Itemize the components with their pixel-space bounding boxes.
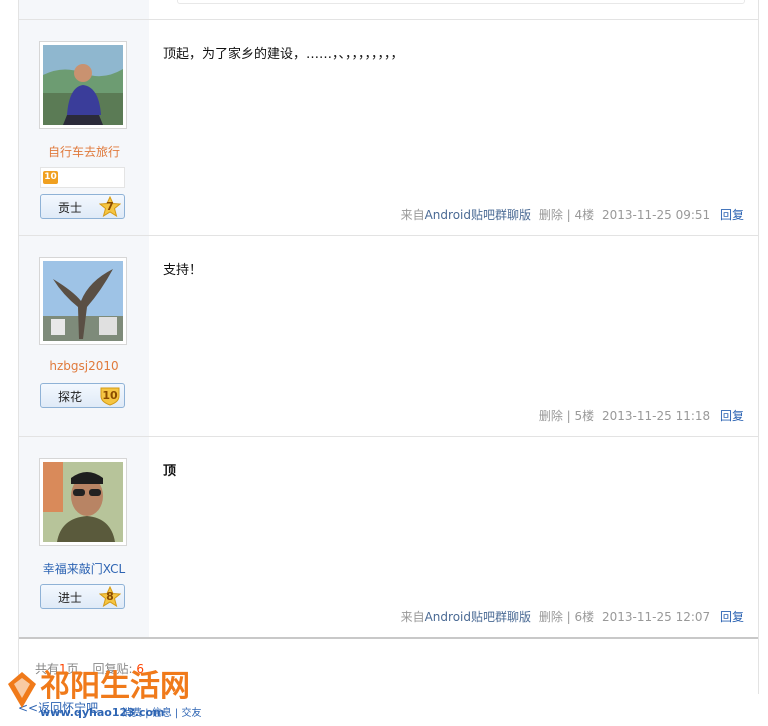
reply-link[interactable]: 回复 bbox=[720, 208, 744, 222]
separator: | bbox=[566, 610, 571, 624]
avatar-photo-man-sitting bbox=[43, 45, 123, 125]
reply-link[interactable]: 回复 bbox=[720, 610, 744, 624]
rank-title: 进士 bbox=[57, 591, 82, 605]
post-content: 顶 bbox=[163, 464, 177, 479]
star-icon: 7 bbox=[98, 195, 122, 218]
reply-link[interactable]: 回复 bbox=[720, 409, 744, 423]
post-meta: 来自Android贴吧群聊版 删除 | 6楼 2013-11-25 12:07 … bbox=[401, 608, 744, 625]
source-app-link[interactable]: Android贴吧群聊版 bbox=[425, 610, 531, 624]
star-icon: 8 bbox=[98, 585, 122, 608]
rank-level: 10 bbox=[102, 389, 118, 402]
post-time: 2013-11-25 09:51 bbox=[602, 208, 711, 222]
delete-link[interactable]: 删除 bbox=[539, 409, 563, 423]
post-time: 2013-11-25 12:07 bbox=[602, 610, 711, 624]
avatar[interactable] bbox=[39, 458, 127, 546]
username[interactable]: 自行车去旅行 bbox=[19, 143, 149, 160]
rank-badge[interactable]: 进士 8 bbox=[40, 584, 125, 609]
username[interactable]: hzbgsj2010 bbox=[19, 359, 149, 373]
separator: | bbox=[566, 208, 571, 222]
watermark-brand: 祁阳生活网 bbox=[40, 669, 190, 704]
avatar-photo-eagle-statue bbox=[43, 261, 123, 341]
floor-number: 4楼 bbox=[574, 208, 595, 222]
rank-level: 8 bbox=[106, 590, 114, 603]
thread-frame: 自行车去旅行 10 贡士 7 顶起，为了家乡的建设，……，、，，，，，，，， 来… bbox=[18, 0, 759, 694]
post-content: 支持！ bbox=[163, 263, 203, 278]
source-app-link[interactable]: Android贴吧群聊版 bbox=[425, 208, 531, 222]
previous-post-bottom bbox=[19, 0, 758, 20]
shield-icon: 10 bbox=[99, 385, 121, 406]
rank-title: 探花 bbox=[57, 390, 82, 404]
floor-number: 6楼 bbox=[574, 610, 595, 624]
floor-number: 5楼 bbox=[574, 409, 595, 423]
source-prefix: 来自 bbox=[400, 610, 425, 624]
rank-badge[interactable]: 贡士 7 bbox=[40, 194, 125, 219]
watermark-tags: 消费 | 信息 | 交友 bbox=[122, 706, 201, 719]
post-5: hzbgsj2010 探花 10 支持！ 删除 | 5楼 2013-11-25 … bbox=[19, 236, 758, 437]
delete-link[interactable]: 删除 bbox=[539, 208, 563, 222]
rank-title: 贡士 bbox=[57, 201, 82, 215]
post-content: 顶起，为了家乡的建设，……，、，，，，，，，， bbox=[163, 47, 404, 62]
post-time: 2013-11-25 11:18 bbox=[602, 409, 711, 423]
rank-badge[interactable]: 探花 10 bbox=[40, 383, 125, 408]
source-prefix: 来自 bbox=[400, 208, 425, 222]
avatar[interactable] bbox=[39, 41, 127, 129]
username[interactable]: 幸福来敲门XCL bbox=[19, 560, 149, 577]
post-meta: 来自Android贴吧群聊版 删除 | 4楼 2013-11-25 09:51 … bbox=[401, 206, 744, 223]
post-meta: 删除 | 5楼 2013-11-25 11:18 回复 bbox=[539, 407, 744, 424]
member-level-number: 10 bbox=[43, 171, 58, 184]
post-4: 自行车去旅行 10 贡士 7 顶起，为了家乡的建设，……，、，，，，，，，， 来… bbox=[19, 20, 758, 236]
member-level-bar: 10 bbox=[40, 167, 125, 188]
rank-level: 7 bbox=[106, 200, 114, 213]
delete-link[interactable]: 删除 bbox=[539, 610, 563, 624]
avatar-photo-man-sunglasses bbox=[43, 462, 123, 542]
post-6: 幸福来敲门XCL 进士 8 顶 来自Android贴吧群聊版 删除 | 6楼 2… bbox=[19, 437, 758, 637]
avatar[interactable] bbox=[39, 257, 127, 345]
site-watermark-logo: 祁阳生活网 www.qyhao123.com 消费 | 信息 | 交友 bbox=[8, 669, 201, 719]
separator: | bbox=[566, 409, 571, 423]
